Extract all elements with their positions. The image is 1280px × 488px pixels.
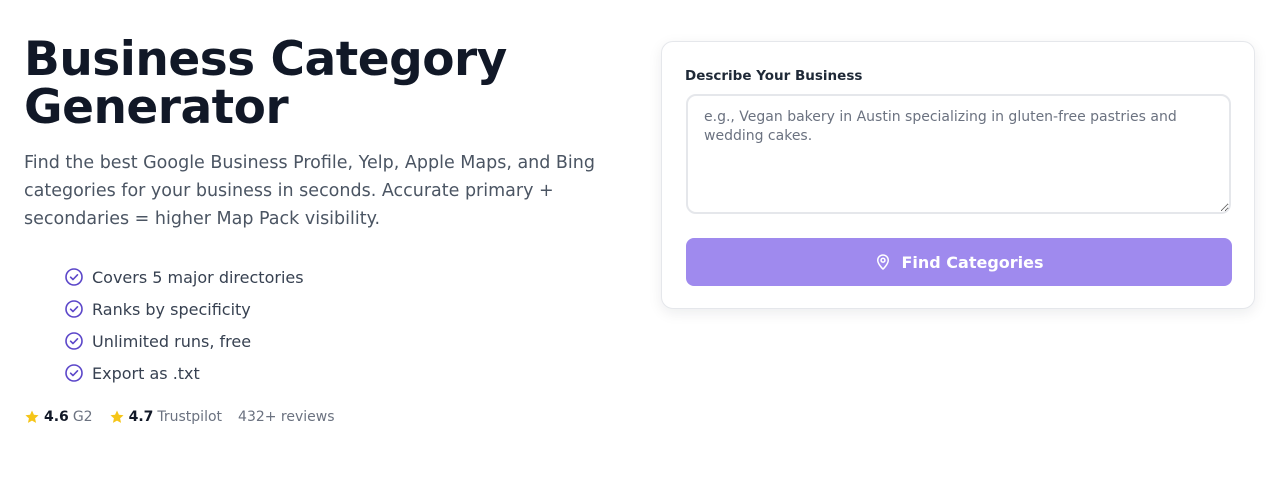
map-pin-icon — [874, 253, 892, 271]
find-categories-label: Find Categories — [901, 252, 1044, 272]
check-circle-icon — [64, 331, 84, 351]
star-icon — [109, 409, 125, 425]
feature-label: Unlimited runs, free — [92, 331, 252, 351]
rating-score: 4.6 — [44, 409, 69, 425]
check-circle-icon — [64, 299, 84, 319]
page-title: Business Category Generator — [24, 32, 507, 135]
feature-item: Covers 5 major directories — [64, 261, 624, 293]
business-description-label: Describe Your Business — [685, 68, 863, 84]
feature-item: Ranks by specificity — [64, 293, 624, 325]
reviews-count: 432+ reviews — [238, 409, 335, 425]
feature-label: Ranks by specificity — [92, 299, 251, 319]
generator-card: Describe Your Business Find Categories — [661, 41, 1255, 309]
rating-score: 4.7 — [128, 409, 154, 425]
hero-section: Business Category Generator Find the bes… — [24, 32, 624, 426]
rating-source: G2 — [72, 409, 93, 425]
feature-label: Export as .txt — [92, 363, 200, 383]
page-subtitle: Find the best Google Business Profile, Y… — [24, 153, 595, 229]
find-categories-button[interactable]: Find Categories — [686, 238, 1232, 286]
star-icon — [24, 409, 40, 425]
page: Business Category Generator Find the bes… — [0, 0, 1280, 488]
feature-label: Covers 5 major directories — [92, 267, 304, 287]
feature-list: Covers 5 major directories Ranks by spec… — [64, 261, 624, 389]
rating-trustpilot: 4.7 Trustpilot — [109, 409, 222, 425]
business-description-input[interactable] — [686, 94, 1231, 214]
check-circle-icon — [64, 363, 84, 383]
rating-source: Trustpilot — [157, 409, 223, 425]
check-circle-icon — [64, 267, 84, 287]
feature-item: Export as .txt — [64, 357, 624, 389]
ratings-row: 4.6 G2 4.7 Trustpilot 432+ reviews — [24, 409, 624, 425]
rating-g2: 4.6 G2 — [24, 409, 93, 425]
feature-item: Unlimited runs, free — [64, 325, 624, 357]
